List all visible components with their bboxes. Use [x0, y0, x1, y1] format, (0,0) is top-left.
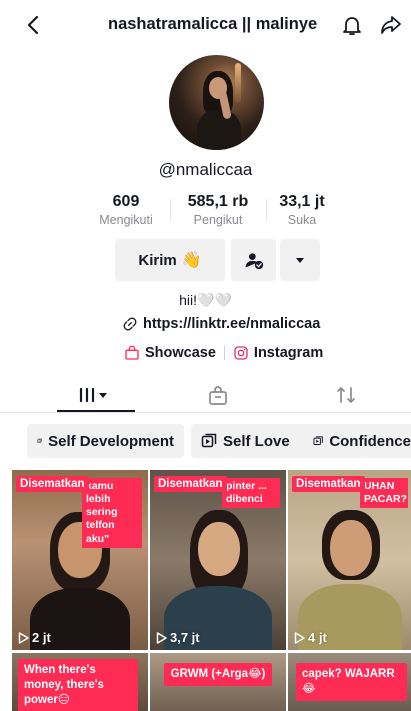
profile-username: @nmaliccaa [158, 160, 253, 179]
share-arrow-icon[interactable] [379, 13, 403, 37]
video-caption: When there's money, there's power😑 [18, 659, 138, 711]
playlist-icon [37, 438, 42, 444]
video-caption: GRWM (+Arga😂) [164, 663, 272, 686]
divider [170, 199, 171, 221]
stat-following[interactable]: 609 Mengikuti [90, 193, 162, 227]
bell-icon[interactable] [340, 13, 364, 37]
top-bar: nashatramalicca || malinye [0, 0, 411, 50]
stat-label: Suka [287, 213, 317, 227]
page-title: nashatramalicca || malinye [108, 15, 318, 33]
playlist-label: Self Love [223, 432, 290, 450]
play-icon [156, 631, 167, 644]
playlist-icon [313, 436, 323, 446]
showcase-label: Showcase [145, 345, 216, 361]
link-icon [123, 317, 137, 331]
video-views: 3,7 jt [156, 630, 200, 645]
instagram-link[interactable]: Instagram [233, 345, 323, 361]
playlist-label: Self Development [48, 432, 174, 450]
more-options-button[interactable] [280, 239, 320, 281]
profile-tabs [0, 373, 411, 413]
friend-status-button[interactable] [231, 239, 276, 281]
pinned-badge: Disematkan [292, 476, 365, 492]
instagram-label: Instagram [253, 345, 324, 361]
pinned-badge: Disematkan [154, 476, 227, 492]
stat-value: 585,1 rb [187, 193, 249, 210]
play-icon [294, 631, 305, 644]
showcase-link[interactable]: Showcase [124, 345, 216, 361]
profile-link-text: https://linktr.ee/nmaliccaa [143, 316, 321, 332]
pinned-badge: Disematkan [16, 476, 89, 492]
view-count: 3,7 jt [170, 630, 200, 645]
social-links: Showcase Instagram [124, 345, 323, 361]
playlist-chips: Self Development Self Love Confidence [27, 424, 411, 460]
wave-emoji: 👋 [181, 252, 202, 269]
video-thumbnail[interactable]: kamu lebih sering telfon aku" Disematkan… [12, 470, 148, 650]
person-check-icon [245, 253, 263, 270]
avatar[interactable] [169, 55, 264, 150]
video-caption: pinter ... dibenci [222, 478, 280, 509]
stat-value: 33,1 jt [279, 193, 325, 210]
playlist-chip[interactable]: Self Love [191, 424, 317, 458]
video-views: 2 jt [18, 630, 51, 645]
shopping-bag-icon [125, 345, 139, 360]
playlist-label: Confidence [329, 432, 411, 450]
video-caption: kamu lebih sering telfon aku" [82, 478, 142, 548]
chevron-left-icon[interactable] [22, 13, 46, 37]
stat-followers[interactable]: 585,1 rb Pengikut [178, 193, 258, 227]
avatar-photo-detail [235, 63, 241, 103]
stat-label: Pengikut [193, 213, 243, 227]
message-button[interactable]: Kirim 👋 [115, 239, 225, 281]
playlist-chip[interactable]: Confidence [303, 424, 411, 458]
view-count: 4 jt [308, 630, 327, 645]
stat-label: Mengikuti [99, 213, 153, 227]
video-thumbnail[interactable]: When there's money, there's power😑 [12, 653, 148, 711]
video-thumbnail[interactable]: UHAN PACAR? Disematkan 4 jt [288, 470, 411, 650]
thumbnail-person [198, 522, 240, 576]
tab-active-indicator [57, 410, 135, 412]
grid-icon[interactable] [77, 383, 113, 407]
bag-icon[interactable] [206, 383, 230, 407]
profile-stats: 609 Mengikuti 585,1 rb Pengikut 33,1 jt … [90, 193, 340, 233]
video-views: 4 jt [294, 630, 327, 645]
avatar-photo-detail [197, 110, 241, 150]
message-button-label: Kirim [138, 251, 177, 269]
thumbnail-person [330, 520, 372, 576]
video-thumbnail[interactable]: GRWM (+Arga😂) [150, 653, 286, 711]
stat-likes[interactable]: 33,1 jt Suka [270, 193, 334, 227]
video-caption: capek? WAJARR😂 [296, 663, 407, 701]
video-grid: kamu lebih sering telfon aku" Disematkan… [12, 470, 411, 711]
profile-link[interactable]: https://linktr.ee/nmaliccaa [122, 316, 320, 332]
repost-icon[interactable] [334, 383, 358, 407]
playlist-icon [201, 433, 217, 448]
video-caption: UHAN PACAR? [360, 478, 408, 509]
instagram-icon [234, 346, 248, 360]
divider [266, 199, 267, 221]
divider [223, 346, 225, 360]
profile-bio: hii!🤍🤍 [179, 292, 232, 308]
view-count: 2 jt [32, 630, 51, 645]
caret-down-icon [296, 258, 304, 263]
video-thumbnail[interactable]: pinter ... dibenci Disematkan 3,7 jt [150, 470, 286, 650]
playlist-chip[interactable]: Self Development [27, 424, 184, 458]
play-icon [18, 631, 29, 644]
stat-value: 609 [112, 193, 140, 210]
video-thumbnail[interactable]: capek? WAJARR😂 [288, 653, 411, 711]
